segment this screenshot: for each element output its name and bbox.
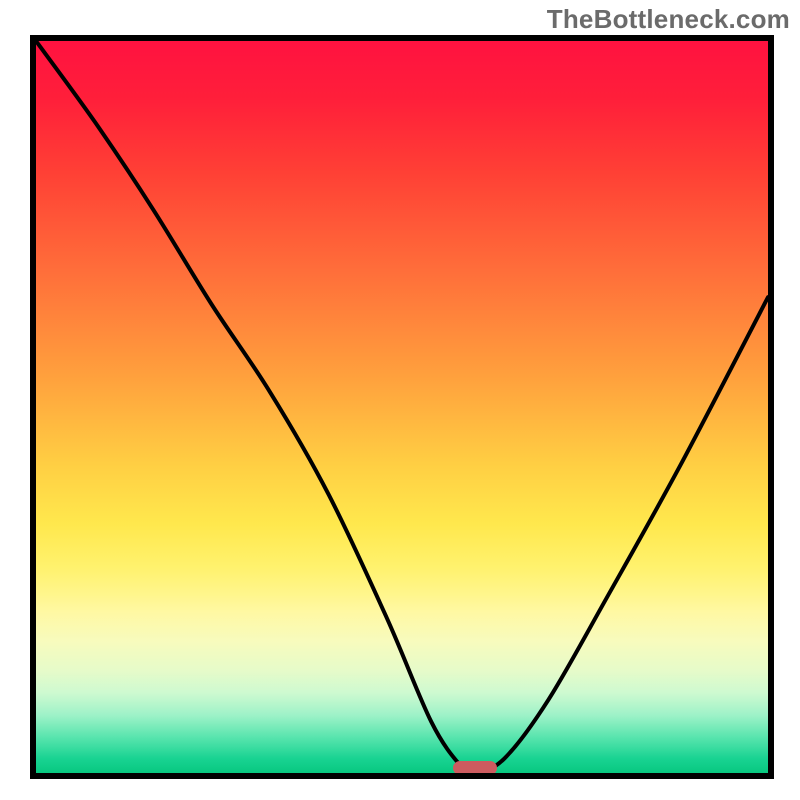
watermark-text: TheBottleneck.com (547, 4, 790, 35)
curve-path (36, 41, 768, 774)
bottleneck-curve (36, 41, 768, 773)
optimal-marker (453, 761, 497, 775)
chart-frame (30, 35, 774, 779)
